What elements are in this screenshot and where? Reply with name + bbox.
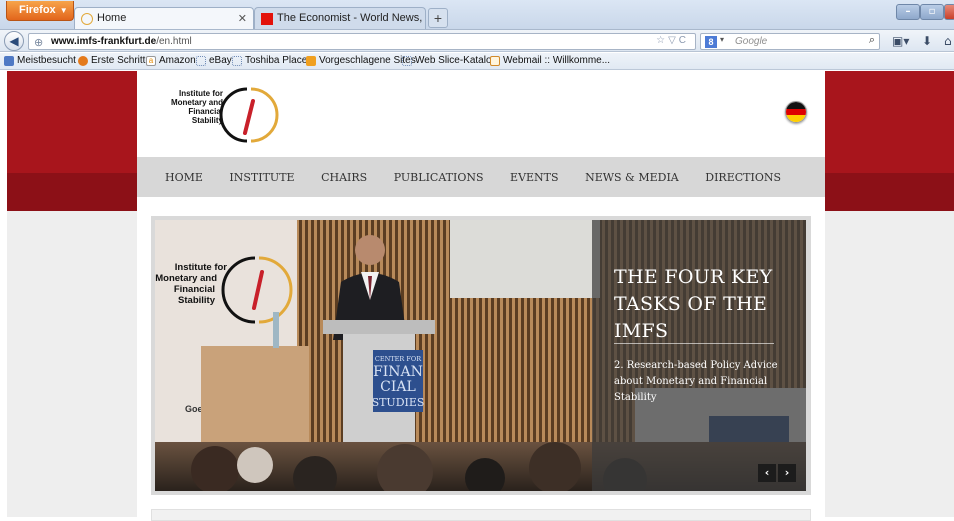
banner-partial-text: Goe bbox=[185, 404, 203, 414]
lectern-line: STUDIES bbox=[372, 396, 425, 409]
browser-tab-strip: Firefox ▼ Home ✕ The Economist - World Ne… bbox=[0, 0, 954, 30]
tab-label: Home bbox=[97, 12, 127, 24]
tab-home[interactable]: Home ✕ bbox=[74, 7, 254, 29]
firefox-icon bbox=[78, 56, 88, 66]
tab-label: The Economist - World News, Politics... bbox=[277, 12, 425, 24]
banner-line: Financial bbox=[174, 284, 215, 295]
search-icon[interactable]: ⌕ bbox=[869, 34, 875, 47]
economist-favicon-icon bbox=[261, 13, 273, 25]
content-container: Institute for Monetary and Financial Sta… bbox=[137, 71, 825, 521]
bookmark-item[interactable]: eBay bbox=[196, 55, 232, 66]
download-icon[interactable]: ⬇ bbox=[922, 34, 932, 48]
nav-publications[interactable]: PUBLICATIONS bbox=[394, 171, 484, 184]
page-left-edge bbox=[0, 71, 7, 517]
chevron-down-icon: ▼ bbox=[59, 6, 68, 15]
page-body: Institute for Monetary and Financial Sta… bbox=[0, 71, 954, 521]
url-path: /en.html bbox=[156, 36, 192, 47]
slider-prev-button[interactable]: ‹ bbox=[758, 464, 776, 482]
caption-divider bbox=[614, 343, 774, 344]
slide-text: 2. Research-based Policy Advice about Mo… bbox=[614, 360, 778, 403]
nav-institute[interactable]: INSTITUTE bbox=[229, 171, 294, 184]
firefox-menu-button[interactable]: Firefox ▼ bbox=[6, 1, 74, 21]
back-arrow-icon[interactable]: ◀ bbox=[4, 31, 24, 51]
slider-next-button[interactable]: › bbox=[778, 464, 796, 482]
nav-directions[interactable]: DIRECTIONS bbox=[705, 171, 781, 184]
bookmark-item[interactable]: Meistbesucht bbox=[4, 55, 76, 66]
sites-icon bbox=[306, 56, 316, 66]
lectern-line: FINAN bbox=[373, 364, 423, 380]
bookmark-star-icon[interactable]: ☆▽C bbox=[656, 35, 689, 46]
navigation-toolbar: ◀ ⊕ www.imfs-frankfurt.de/en.html ☆▽C 8 … bbox=[0, 30, 954, 52]
bookmarks-toolbar: Meistbesucht Erste Schritte a Amazon eBay… bbox=[0, 53, 954, 70]
bookmark-label: Toshiba Places bbox=[245, 55, 313, 66]
chevron-down-icon: ▾ bbox=[720, 35, 725, 44]
lectern-line: CIAL bbox=[380, 379, 416, 395]
lectern-line: CENTER FOR bbox=[375, 355, 422, 363]
bookmark-item[interactable]: Toshiba Places bbox=[232, 55, 312, 66]
logo-text: Institute for Monetary and Financial Sta… bbox=[161, 89, 223, 125]
home-icon[interactable]: ⌂ bbox=[944, 34, 952, 48]
slide-title: THE FOUR KEY TASKS OF THE IMFS bbox=[614, 266, 773, 342]
bookmark-item[interactable]: Web Slice-Katalog bbox=[402, 55, 497, 66]
bookmark-label: Meistbesucht bbox=[17, 55, 76, 66]
logo-line: Monetary and bbox=[170, 98, 223, 107]
bookmark-item[interactable]: Erste Schritte bbox=[78, 55, 151, 66]
bookmark-label: Erste Schritte bbox=[91, 55, 152, 66]
imfs-logo[interactable]: Institute for Monetary and Financial Sta… bbox=[161, 83, 281, 147]
main-navigation: HOME INSTITUTE CHAIRS PUBLICATIONS EVENT… bbox=[137, 157, 825, 197]
mail-icon bbox=[490, 56, 500, 66]
banner-line: Stability bbox=[178, 295, 216, 306]
page-icon bbox=[402, 56, 412, 66]
url-host: www.imfs-frankfurt.de bbox=[51, 36, 157, 47]
hero-slider[interactable]: Institute for Monetary and Financial Sta… bbox=[151, 216, 811, 495]
minimize-window-button[interactable]: – bbox=[896, 4, 920, 20]
google-icon: 8 bbox=[705, 36, 717, 48]
imfs-favicon-icon bbox=[81, 13, 93, 25]
tab-economist[interactable]: The Economist - World News, Politics... bbox=[254, 7, 426, 29]
bookmark-label: Web Slice-Katalog bbox=[415, 55, 498, 66]
maximize-window-button[interactable]: ▫ bbox=[920, 4, 944, 20]
firefox-menu-label: Firefox bbox=[19, 4, 56, 16]
slide-caption: THE FOUR KEY TASKS OF THE IMFS 2. Resear… bbox=[592, 220, 806, 491]
new-tab-button[interactable]: + bbox=[428, 8, 448, 28]
page-icon bbox=[232, 56, 242, 66]
bookmark-item[interactable]: Webmail :: Willkomme... bbox=[490, 55, 610, 66]
nav-news-media[interactable]: NEWS & MEDIA bbox=[585, 171, 679, 184]
logo-line: Financial bbox=[188, 107, 223, 116]
bookmark-label: eBay bbox=[209, 55, 232, 66]
logo-line: Stability bbox=[191, 116, 223, 125]
german-flag-icon[interactable] bbox=[785, 101, 807, 123]
globe-icon: ⊕ bbox=[34, 37, 44, 49]
bookmark-label: Webmail :: Willkomme... bbox=[503, 55, 611, 66]
bookmark-item[interactable]: a Amazon bbox=[146, 55, 196, 66]
imfs-logo-mark-icon bbox=[219, 87, 279, 143]
search-input[interactable]: 8 ▾ Google ⌕ bbox=[700, 33, 880, 50]
nav-chairs[interactable]: CHAIRS bbox=[321, 171, 367, 184]
nav-events[interactable]: EVENTS bbox=[510, 171, 559, 184]
bookmark-item[interactable]: Vorgeschlagene Sites bbox=[306, 55, 416, 66]
logo-line: Institute for bbox=[179, 89, 223, 98]
content-box-top-edge bbox=[151, 509, 811, 521]
banner-line: Monetary and bbox=[155, 273, 217, 284]
close-tab-icon[interactable]: ✕ bbox=[238, 12, 247, 25]
banner-line: Institute for bbox=[175, 262, 228, 273]
search-placeholder: Google bbox=[735, 36, 768, 47]
nav-home[interactable]: HOME bbox=[165, 171, 203, 184]
bookmark-label: Amazon bbox=[159, 55, 196, 66]
menu-icon[interactable]: ▣▾ bbox=[892, 34, 909, 48]
close-window-button[interactable] bbox=[944, 4, 954, 20]
page-icon bbox=[196, 56, 206, 66]
bookmarks-icon bbox=[4, 56, 14, 66]
amazon-icon: a bbox=[146, 56, 156, 66]
address-bar[interactable]: ⊕ www.imfs-frankfurt.de/en.html ☆▽C bbox=[28, 33, 696, 50]
